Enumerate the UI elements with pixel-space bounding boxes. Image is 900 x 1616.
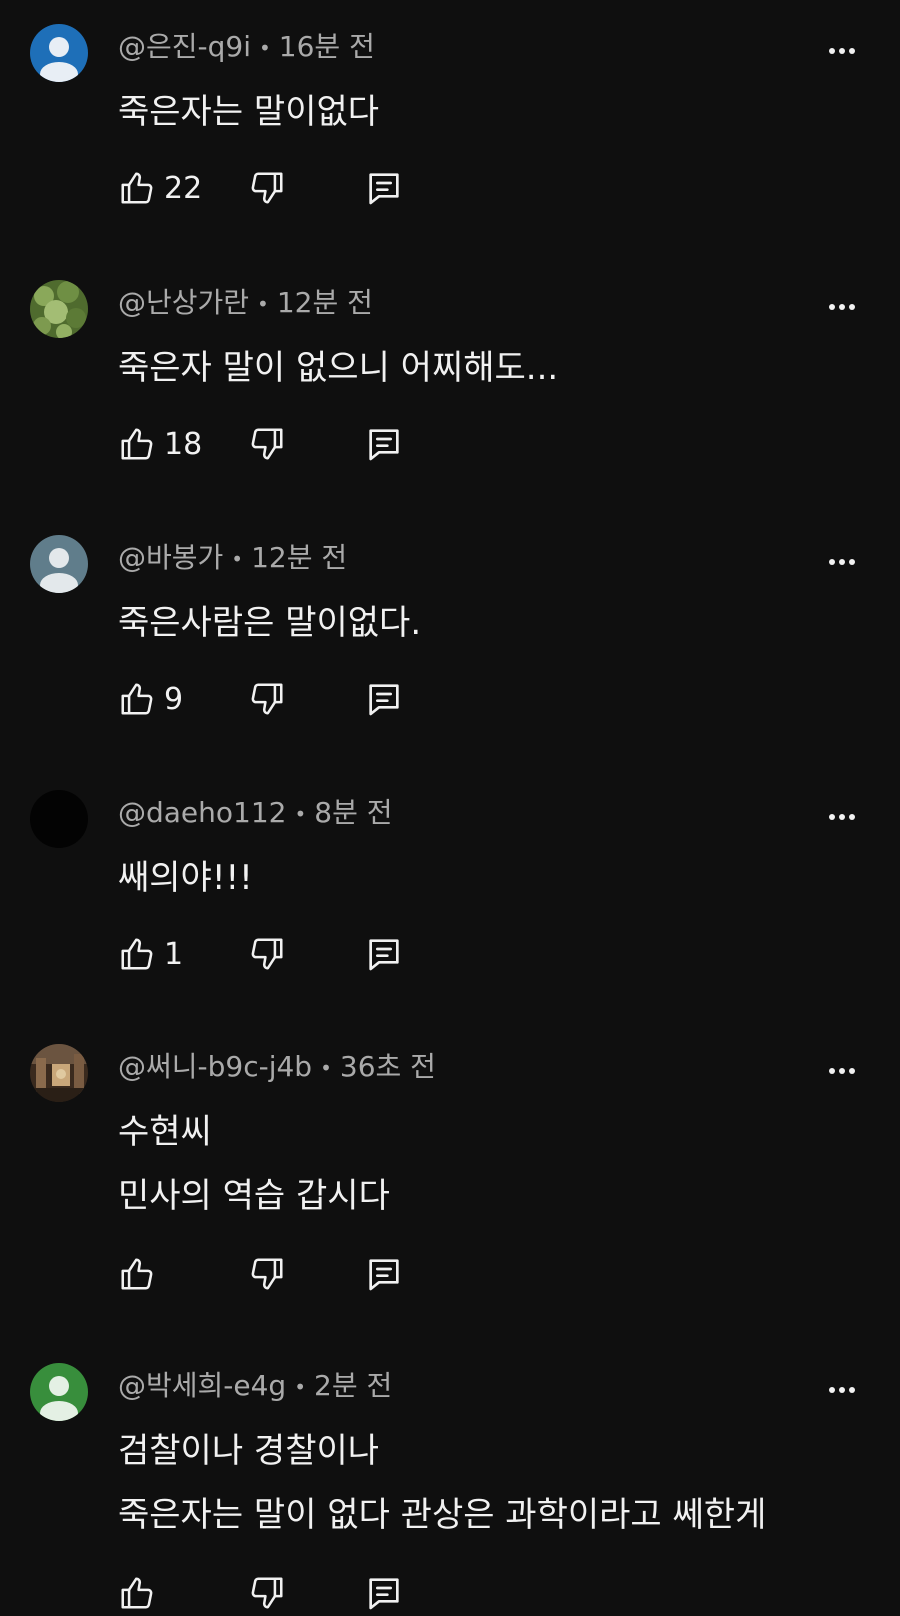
avatar[interactable] [30,24,88,82]
dislike-button[interactable] [248,677,286,721]
like-button[interactable]: 18 [118,422,202,466]
more-vertical-icon[interactable] [820,547,864,577]
reply-icon [364,424,404,464]
comment-line: 검찰이나 경찰이나 [118,1431,380,1471]
comment-text: 죽은자는 말이없다 [118,80,379,144]
like-button[interactable]: 1 [118,932,183,976]
comment-meta: @바봉가 • 12분 전 [118,541,347,576]
thumbs-up-icon [118,1255,156,1293]
comment-time: 8분 전 [314,796,393,829]
reply-button[interactable] [364,1252,404,1296]
dislike-button[interactable] [248,422,286,466]
more-vertical-icon[interactable] [820,802,864,832]
like-button[interactable]: 9 [118,677,183,721]
more-vertical-icon[interactable] [820,292,864,322]
comment-author-handle[interactable]: @박세희-e4g [118,1369,286,1402]
reply-button[interactable] [364,166,404,210]
comment-line: 민사의 역습 갑시다 [118,1176,390,1216]
reply-button[interactable] [364,932,404,976]
thumbs-up-icon [118,680,156,718]
comment-text: 죽은사람은 말이없다. [118,591,421,655]
reply-icon [364,1573,404,1613]
like-count: 18 [164,426,203,462]
more-vertical-icon[interactable] [820,36,864,66]
reply-icon [364,679,404,719]
comment-line: 수현씨 [118,1112,212,1152]
thumbs-down-icon [248,169,286,207]
comment-time: 2분 전 [314,1369,393,1402]
comment-time: 12분 전 [276,286,373,319]
thumbs-up-icon [118,1574,156,1612]
dislike-button[interactable] [248,1252,286,1296]
comment-author-handle[interactable]: @써니-b9c-j4b [118,1050,312,1083]
thumbs-down-icon [248,425,286,463]
thumbs-up-icon [118,425,156,463]
reply-icon [364,934,404,974]
separator-dot: • [320,1056,332,1080]
comment-line: 죽은사람은 말이없다. [118,603,422,643]
comment-text: 죽은자 말이 없으니 어찌해도... [118,336,558,400]
comment-meta: @은진-q9i • 16분 전 [118,30,375,65]
comment-text: 수현씨 민사의 역습 갑시다 [118,1100,390,1228]
avatar[interactable] [30,790,88,848]
comment-meta: @써니-b9c-j4b • 36초 전 [118,1050,436,1085]
thumbs-up-icon [118,935,156,973]
comment-time: 16분 전 [278,30,375,63]
comment-meta: @난상가란 • 12분 전 [118,286,373,321]
comment-time: 36초 전 [339,1050,436,1083]
like-count: 1 [164,936,184,972]
comment-author-handle[interactable]: @은진-q9i [118,30,251,63]
thumbs-up-icon [118,169,156,207]
like-button[interactable] [118,1571,164,1615]
dislike-button[interactable] [248,1571,286,1615]
separator-dot: • [231,547,244,571]
avatar[interactable] [30,1363,88,1421]
separator-dot: • [257,292,269,316]
comment-author-handle[interactable]: @난상가란 [118,286,249,319]
reply-button[interactable] [364,422,404,466]
more-vertical-icon[interactable] [820,1375,864,1405]
avatar[interactable] [30,280,88,338]
comment-text: 검찰이나 경찰이나 죽은자는 말이 없다 관상은 과학이라고 쎄한게 [118,1419,766,1547]
like-count: 22 [164,170,203,206]
thumbs-down-icon [248,680,286,718]
dislike-button[interactable] [248,166,286,210]
comment-line: 쌔의야!!! [118,858,253,898]
comment-line: 죽은자는 말이없다 [118,92,380,132]
comment-meta: @박세희-e4g • 2분 전 [118,1369,392,1404]
comment-time: 12분 전 [251,541,348,574]
thumbs-down-icon [248,935,286,973]
more-vertical-icon[interactable] [820,1056,864,1086]
separator-dot: • [294,1375,306,1399]
like-count: 9 [164,681,184,717]
comment-author-handle[interactable]: @바봉가 [118,541,223,574]
thumbs-down-icon [248,1574,286,1612]
comment-line: 죽은자는 말이 없다 관상은 과학이라고 쎄한게 [118,1495,767,1535]
like-button[interactable]: 22 [118,166,202,210]
reply-icon [364,168,404,208]
separator-dot: • [294,802,307,826]
thumbs-down-icon [248,1255,286,1293]
comment-meta: @daeho112 • 8분 전 [118,796,393,831]
comment-author-handle[interactable]: @daeho112 [118,796,286,829]
reply-icon [364,1254,404,1294]
comment-line: 죽은자 말이 없으니 어찌해도... [118,348,559,388]
separator-dot: • [259,36,271,60]
dislike-button[interactable] [248,932,286,976]
avatar[interactable] [30,535,88,593]
reply-button[interactable] [364,677,404,721]
like-button[interactable] [118,1252,164,1296]
comment-text: 쌔의야!!! [118,846,253,910]
reply-button[interactable] [364,1571,404,1615]
avatar[interactable] [30,1044,88,1102]
